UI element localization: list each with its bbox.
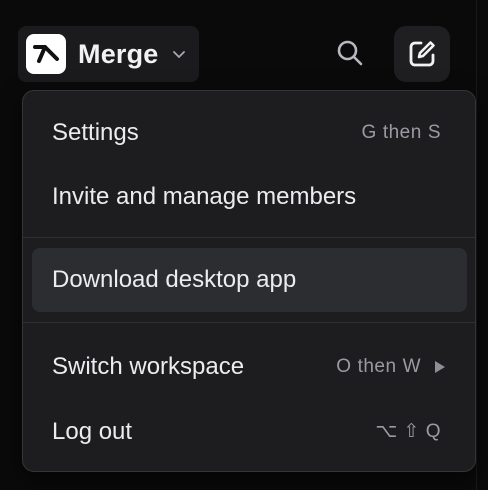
menu-item-label: Download desktop app xyxy=(52,266,297,293)
menu-divider xyxy=(23,322,475,323)
chevron-down-icon xyxy=(173,51,185,58)
menu-item-label: Invite and manage members xyxy=(52,183,357,210)
workspace-name: Merge xyxy=(78,39,159,69)
compose-button[interactable] xyxy=(394,26,450,82)
compose-icon xyxy=(409,41,435,67)
triangle-right-icon xyxy=(435,361,445,373)
menu-divider xyxy=(23,237,475,238)
workspace-switcher-button[interactable]: Merge xyxy=(18,26,199,82)
menu-item-label: Settings xyxy=(52,119,139,146)
merge-logo-icon xyxy=(26,34,66,74)
shortcut-hint: ⌥ ⇧ Q xyxy=(375,421,441,442)
shortcut-hint: Othen W xyxy=(336,356,421,377)
top-bar: Merge xyxy=(0,0,488,90)
search-icon xyxy=(337,40,363,66)
workspace-menu: Settings Gthen S Invite and manage member… xyxy=(22,90,476,472)
menu-item-log-out[interactable]: Log out ⌥ ⇧ Q xyxy=(32,400,467,464)
shortcut-hint: Gthen S xyxy=(361,122,441,143)
menu-item-invite-members[interactable]: Invite and manage members xyxy=(32,165,467,229)
menu-item-switch-workspace[interactable]: Switch workspace Othen W xyxy=(32,335,467,399)
menu-item-download-desktop-app[interactable]: Download desktop app xyxy=(32,248,467,312)
menu-item-label: Switch workspace xyxy=(52,353,245,380)
menu-item-settings[interactable]: Settings Gthen S xyxy=(32,101,467,165)
search-button[interactable] xyxy=(330,33,370,73)
menu-item-label: Log out xyxy=(52,418,133,445)
panel-edge xyxy=(476,0,477,490)
